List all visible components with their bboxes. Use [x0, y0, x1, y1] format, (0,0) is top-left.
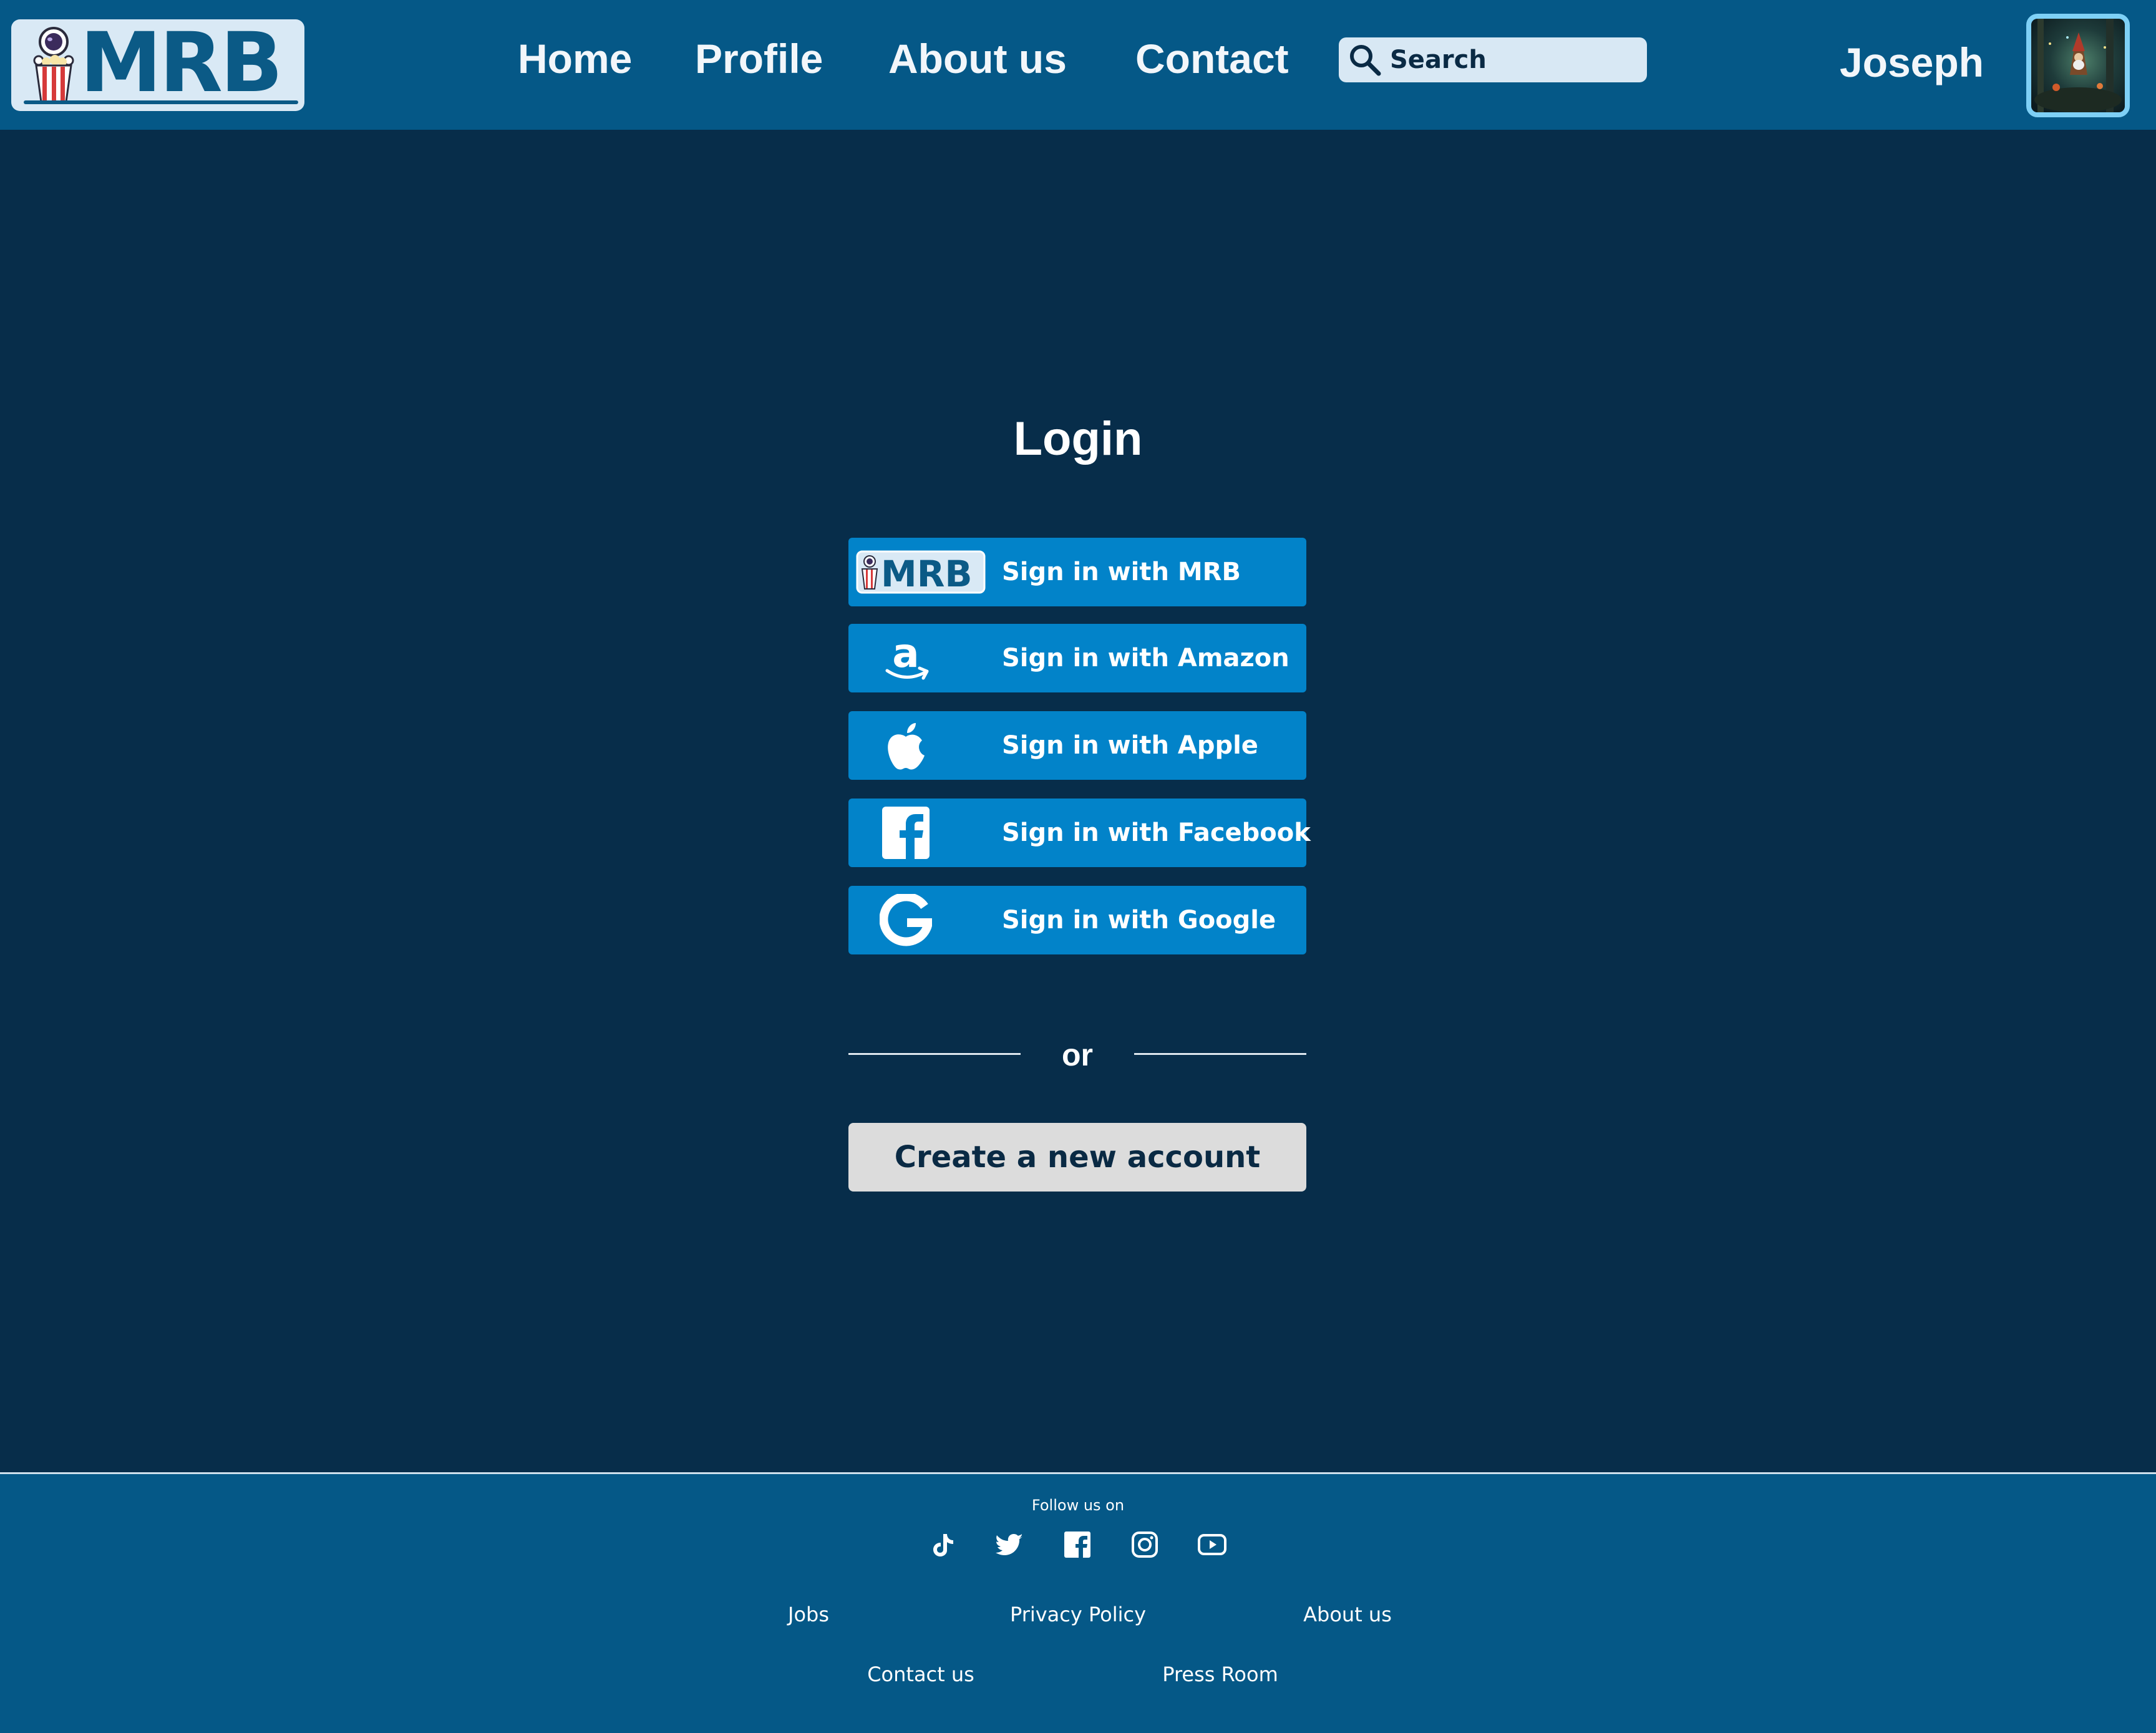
top-navbar: MRB Home Profile About us Contact Joseph — [0, 0, 2156, 130]
create-account-button[interactable]: Create a new account — [848, 1123, 1306, 1192]
sign-in-apple-label: Sign in with Apple — [1002, 731, 1258, 760]
google-icon — [880, 894, 932, 946]
nav-about-link[interactable]: About us — [888, 30, 1067, 87]
footer-about-us-link[interactable]: About us — [1285, 1599, 1410, 1630]
instagram-icon[interactable] — [1128, 1528, 1162, 1561]
twitter-icon[interactable] — [993, 1528, 1027, 1561]
follow-us-text: Follow us on — [1031, 1497, 1125, 1514]
sign-in-amazon-label: Sign in with Amazon — [1002, 644, 1289, 672]
sign-in-google-button[interactable]: Sign in with Google — [848, 886, 1306, 954]
svg-text:MRB: MRB — [881, 553, 973, 594]
divider-line-left — [848, 1053, 1021, 1055]
search-input[interactable] — [1390, 37, 1639, 82]
divider-line-right — [1134, 1053, 1306, 1055]
tiktok-icon[interactable] — [926, 1528, 959, 1561]
mrb-logo[interactable]: MRB — [11, 19, 304, 111]
sign-in-amazon-button[interactable]: a Sign in with Amazon — [848, 624, 1306, 692]
login-title: Login — [1013, 412, 1143, 465]
nav-contact-link[interactable]: Contact — [1135, 30, 1289, 87]
svg-text:a: a — [892, 632, 919, 677]
mrb-logo-icon: MRB — [856, 550, 986, 594]
footer: Follow us on Jobs Privacy Policy About u… — [0, 1472, 2156, 1733]
amazon-icon: a — [885, 632, 929, 680]
youtube-icon[interactable] — [1195, 1528, 1229, 1561]
avatar-image — [2031, 19, 2125, 112]
footer-jobs-link[interactable]: Jobs — [746, 1599, 871, 1630]
sign-in-apple-button[interactable]: Sign in with Apple — [848, 711, 1306, 780]
sign-in-facebook-label: Sign in with Facebook — [1002, 818, 1311, 847]
search-icon — [1350, 45, 1381, 76]
logo-underline — [24, 100, 298, 104]
sign-in-facebook-button[interactable]: Sign in with Facebook — [848, 799, 1311, 867]
facebook-icon — [882, 807, 930, 859]
nav-home-link[interactable]: Home — [518, 30, 632, 87]
footer-contact-us-link[interactable]: Contact us — [846, 1659, 996, 1690]
logo-text: MRB — [80, 19, 283, 111]
facebook-icon[interactable] — [1061, 1528, 1094, 1561]
divider-or-text: or — [1062, 1037, 1093, 1072]
search-bar[interactable] — [1339, 37, 1647, 82]
nav-profile-link[interactable]: Profile — [695, 30, 823, 87]
astronaut-popcorn-mascot-icon — [33, 27, 74, 103]
user-avatar[interactable] — [2026, 14, 2130, 117]
footer-privacy-policy-link[interactable]: Privacy Policy — [984, 1599, 1172, 1630]
apple-icon — [888, 723, 925, 770]
sign-in-mrb-label: Sign in with MRB — [1002, 558, 1241, 586]
sign-in-google-label: Sign in with Google — [1002, 906, 1276, 934]
footer-press-room-link[interactable]: Press Room — [1145, 1659, 1295, 1690]
user-name: Joseph — [1839, 39, 1984, 85]
sign-in-mrb-button[interactable]: MRB Sign in with MRB — [848, 538, 1306, 606]
